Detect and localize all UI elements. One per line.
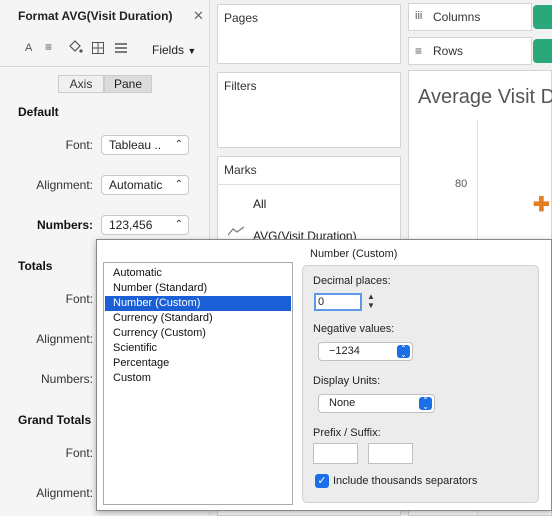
suffix-input[interactable] [368, 443, 413, 464]
alignment-select[interactable]: Automatic ⌃ [101, 175, 189, 195]
alignment-select-value: Automatic [109, 178, 163, 192]
close-icon[interactable]: ✕ [193, 8, 204, 24]
list-item[interactable]: Currency (Standard) [105, 311, 291, 326]
list-item[interactable]: Currency (Custom) [105, 326, 291, 341]
totals-alignment-label: Alignment: [36, 332, 93, 346]
list-item[interactable]: Number (Standard) [105, 281, 291, 296]
chevron-updown-icon: ⌃ [174, 179, 183, 190]
thousands-label: Include thousands separators [333, 475, 478, 487]
chevron-down-icon: ▼ [187, 46, 197, 56]
font-select-value: Tableau .. [109, 138, 162, 152]
decimal-stepper[interactable]: ▲ ▼ [365, 292, 377, 312]
columns-icon: iii [415, 10, 423, 22]
rows-shelf[interactable]: ≡ Rows [408, 37, 532, 65]
display-units-label: Display Units: [313, 375, 381, 387]
decimal-places-input[interactable]: 0 [314, 293, 362, 311]
chevron-updown-icon: ⌃ ⌄ [419, 397, 432, 411]
columns-label: Columns [433, 10, 481, 24]
columns-pill[interactable] [533, 5, 552, 29]
font-label: Font: [65, 138, 93, 152]
totals-font-label: Font: [65, 292, 93, 306]
section-default: Default [18, 105, 59, 119]
marks-all[interactable]: All [253, 197, 266, 211]
font-select[interactable]: Tableau .. ⌃ [101, 135, 189, 155]
decimal-places-label: Decimal places: [313, 275, 391, 287]
section-totals: Totals [18, 259, 53, 273]
chevron-updown-icon: ⌃ [174, 139, 183, 150]
view-title: Average Visit D [418, 86, 552, 108]
line-mark-icon [227, 225, 245, 239]
list-item[interactable]: Scientific [105, 341, 291, 356]
toolbar-divider [0, 66, 210, 67]
marks-divider [217, 184, 401, 185]
format-list[interactable]: Automatic Number (Standard) Number (Cust… [103, 262, 293, 505]
pages-card[interactable]: Pages [217, 4, 401, 64]
numbers-select[interactable]: 123,456 ⌃ [101, 215, 189, 235]
orange-cross-mark: ✚ [533, 194, 550, 216]
fields-label: Fields [152, 43, 185, 57]
rows-label: Rows [433, 44, 464, 58]
alignment-icon[interactable]: ≡ [45, 40, 52, 54]
numbers-select-value: 123,456 [109, 218, 153, 232]
alignment-label: Alignment: [36, 178, 93, 192]
shading-icon[interactable] [67, 40, 83, 57]
grand-totals-font-label: Font: [65, 446, 93, 460]
section-grand-totals: Grand Totals [18, 413, 92, 427]
columns-shelf[interactable]: iii Columns [408, 3, 532, 31]
filters-title: Filters [224, 79, 257, 93]
custom-format-title: Number (Custom) [310, 248, 398, 260]
display-units-value: None [329, 397, 356, 409]
list-item[interactable]: Percentage [105, 356, 291, 371]
chevron-updown-icon: ⌃ ⌄ [397, 345, 410, 359]
pages-title: Pages [224, 11, 259, 25]
list-item[interactable]: Custom [105, 371, 291, 386]
tab-pane[interactable]: Pane [104, 75, 152, 93]
filters-card[interactable]: Filters [217, 72, 401, 148]
chevron-updown-icon: ⌃ [174, 219, 183, 230]
thousands-checkbox[interactable]: ✓ [315, 474, 329, 488]
axis-tick-label: 80 [455, 178, 468, 190]
display-units-select[interactable]: None ⌃ ⌄ [318, 394, 435, 413]
rows-icon: ≡ [415, 44, 423, 58]
marks-title: Marks [224, 163, 257, 177]
borders-icon[interactable] [92, 42, 104, 57]
list-item-selected[interactable]: Number (Custom) [105, 296, 291, 311]
lines-icon[interactable] [115, 42, 127, 57]
fields-dropdown[interactable]: Fields ▼ [152, 43, 196, 57]
format-pane-title: Format AVG(Visit Duration) [18, 9, 173, 23]
rows-pill[interactable] [533, 39, 552, 63]
negative-values-value: −1234 [329, 345, 360, 357]
list-item[interactable]: Automatic [105, 266, 291, 281]
negative-values-label: Negative values: [313, 323, 395, 335]
grand-totals-alignment-label: Alignment: [36, 486, 93, 500]
tab-axis[interactable]: Axis [58, 75, 104, 93]
totals-numbers-label: Numbers: [40, 372, 93, 386]
prefix-suffix-label: Prefix / Suffix: [313, 427, 381, 439]
negative-values-select[interactable]: −1234 ⌃ ⌄ [318, 342, 413, 361]
numbers-label: Numbers: [36, 218, 93, 232]
font-icon[interactable]: A [25, 42, 32, 54]
prefix-input[interactable] [313, 443, 358, 464]
